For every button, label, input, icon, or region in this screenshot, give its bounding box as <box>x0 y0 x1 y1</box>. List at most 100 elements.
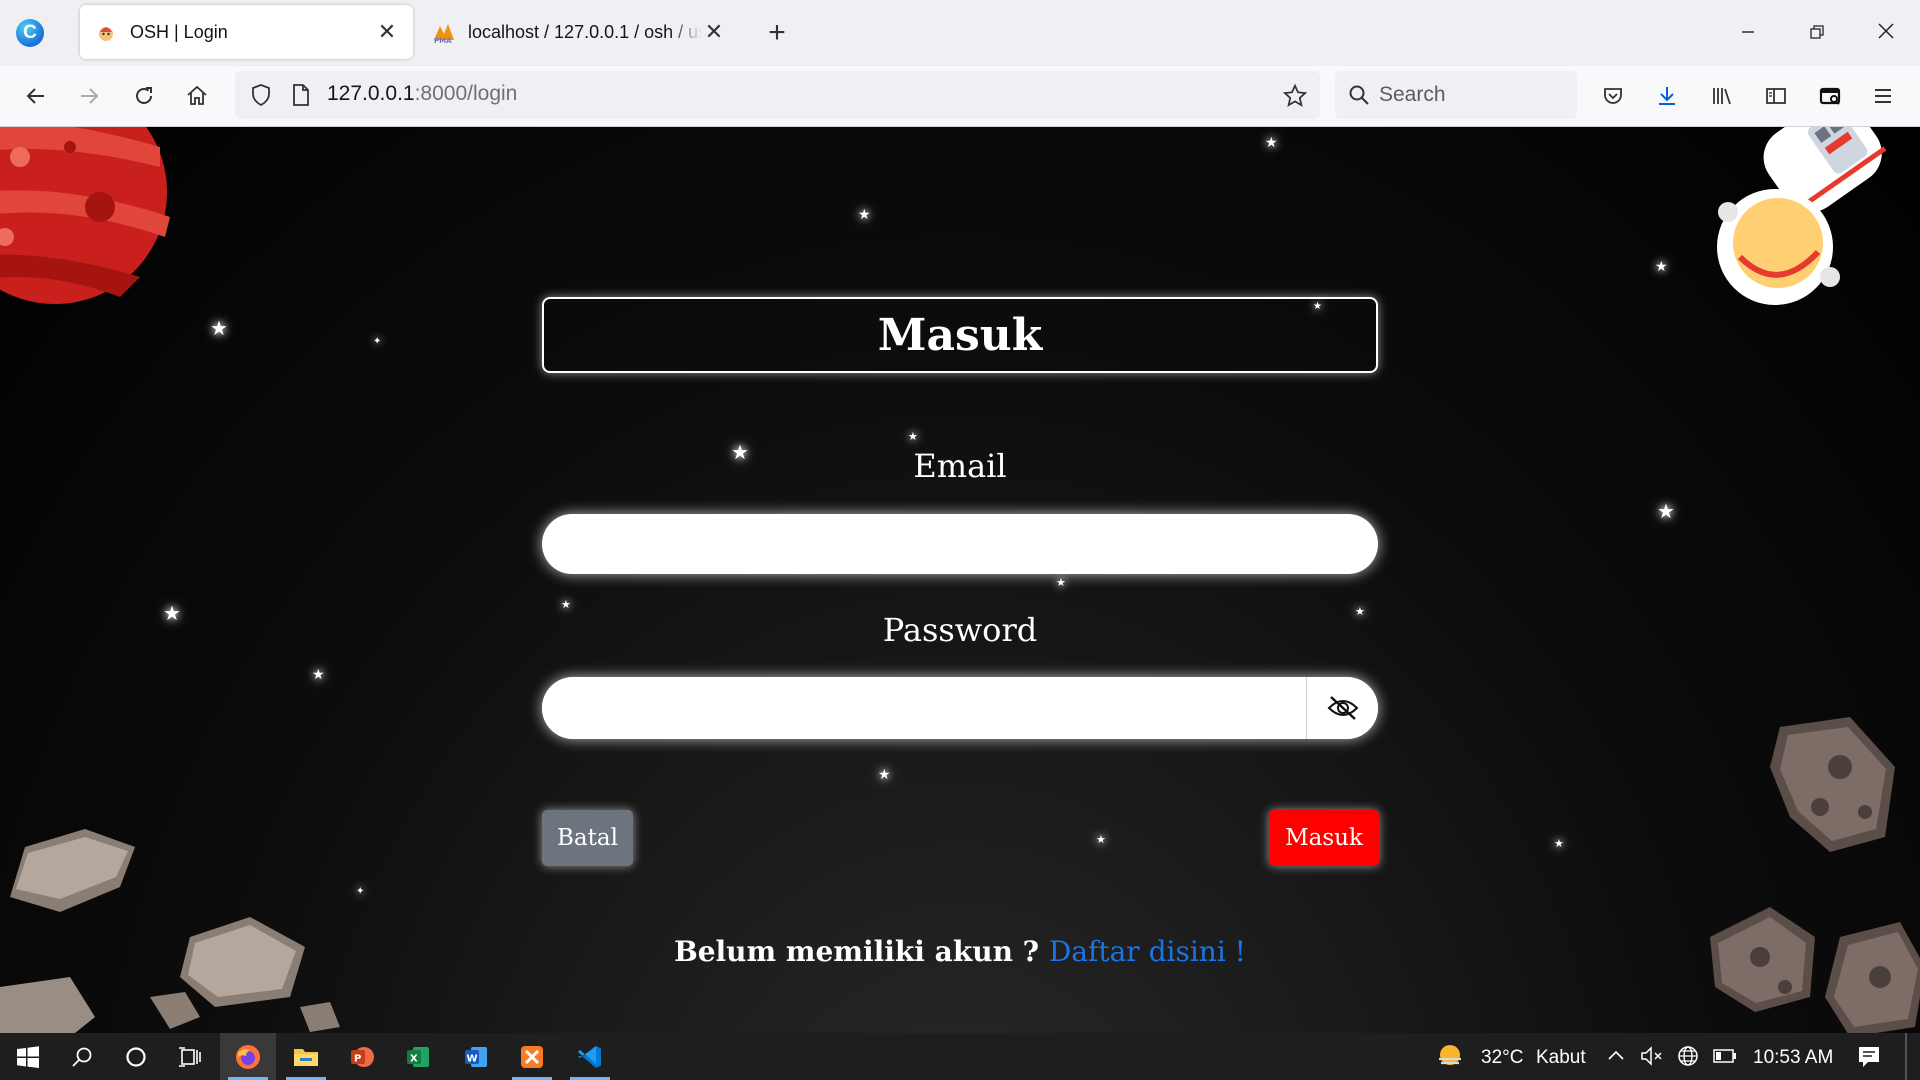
speaker-muted-icon[interactable] <box>1640 1045 1664 1067</box>
battery-icon[interactable] <box>1712 1047 1738 1065</box>
url-host: 127.0.0.1 <box>327 82 415 105</box>
page-title: Masuk <box>542 297 1378 373</box>
toggle-password-visibility-button[interactable] <box>1306 677 1378 739</box>
windows-taskbar: P X W 32°C Kabut 10:53 AM <box>0 1033 1920 1080</box>
eye-slash-icon <box>1327 696 1358 720</box>
pocket-button[interactable] <box>1596 79 1630 113</box>
search-icon <box>1349 85 1369 105</box>
email-field[interactable] <box>542 514 1378 574</box>
notification-center-icon[interactable] <box>1856 1044 1882 1070</box>
taskbar-excel[interactable]: X <box>390 1033 446 1080</box>
arrow-right-icon <box>81 88 99 104</box>
taskbar-word[interactable]: W <box>448 1033 504 1080</box>
library-icon <box>1713 88 1731 105</box>
new-tab-button[interactable]: + <box>762 18 792 48</box>
bookmark-star-icon[interactable] <box>1282 83 1308 109</box>
downloads-button[interactable] <box>1650 79 1684 113</box>
cancel-button[interactable]: Batal <box>542 810 633 866</box>
url-text[interactable]: 127.0.0.1:8000/login <box>327 82 517 106</box>
search-taskbar-button[interactable] <box>54 1033 110 1080</box>
back-button[interactable] <box>19 79 53 113</box>
tab-title: OSH | Login <box>130 21 228 42</box>
tab-phpmyadmin[interactable]: PMA localhost / 127.0.0.1 / osh / users … <box>418 5 740 59</box>
search-icon <box>72 1047 92 1067</box>
password-field[interactable] <box>542 677 1307 739</box>
screenshot-extension-icon <box>1819 87 1841 105</box>
minimize-button[interactable] <box>1728 18 1768 48</box>
task-view-button[interactable] <box>162 1033 218 1080</box>
star-decoration: ★ <box>1554 838 1564 850</box>
page-icon[interactable] <box>290 83 312 107</box>
menu-button[interactable] <box>1866 79 1900 113</box>
browser-logo-icon[interactable]: C <box>16 19 44 47</box>
folder-icon <box>294 1048 318 1066</box>
cortana-button[interactable] <box>108 1033 164 1080</box>
astronaut-illustration <box>1717 127 1887 305</box>
sidebar-icon <box>1766 88 1786 104</box>
address-bar[interactable]: 127.0.0.1:8000/login <box>235 71 1320 119</box>
library-button[interactable] <box>1705 79 1739 113</box>
star-decoration: ✦ <box>373 336 382 347</box>
star-decoration: ★ <box>1096 834 1106 846</box>
extension-button[interactable] <box>1813 79 1847 113</box>
register-link[interactable]: Daftar disini ! <box>1049 935 1246 968</box>
register-prompt: Belum memiliki akun ? Daftar disini ! <box>542 935 1378 968</box>
login-submit-button[interactable]: Masuk <box>1269 810 1379 866</box>
home-icon <box>187 85 207 105</box>
cortana-icon <box>126 1046 146 1067</box>
star-decoration: ★ <box>163 603 181 625</box>
taskbar-vscode[interactable] <box>562 1033 618 1080</box>
word-icon: W <box>465 1046 487 1067</box>
url-path: :8000/login <box>414 82 518 105</box>
taskbar-xampp[interactable] <box>504 1033 560 1080</box>
star-decoration: ★ <box>878 766 891 782</box>
close-tab-icon[interactable]: ✕ <box>702 20 726 44</box>
svg-text:PMA: PMA <box>434 37 452 44</box>
weather-sun-haze-icon[interactable] <box>1435 1041 1465 1071</box>
download-icon <box>1659 87 1675 105</box>
search-box[interactable]: Search <box>1335 71 1577 119</box>
close-window-button[interactable] <box>1866 18 1906 48</box>
excel-icon: X <box>407 1046 429 1067</box>
chevron-up-icon[interactable] <box>1607 1048 1625 1062</box>
globe-network-icon[interactable] <box>1676 1044 1700 1068</box>
sidebar-button[interactable] <box>1759 79 1793 113</box>
restore-button[interactable] <box>1797 18 1837 48</box>
clock-time[interactable]: 10:53 AM <box>1753 1047 1833 1069</box>
hamburger-menu-icon <box>1875 89 1891 103</box>
taskbar-powerpoint[interactable]: P <box>334 1033 390 1080</box>
vscode-icon <box>578 1045 601 1068</box>
firefox-icon <box>236 1044 260 1069</box>
password-field-group <box>542 677 1378 739</box>
start-button[interactable] <box>0 1033 56 1080</box>
osh-favicon-icon <box>99 27 113 41</box>
red-planet-illustration <box>0 127 170 304</box>
weather-temperature[interactable]: 32°C <box>1481 1047 1523 1069</box>
asteroids-left-illustration <box>0 829 340 1033</box>
star-decoration: ★ <box>908 431 918 443</box>
no-account-text: Belum memiliki akun ? <box>674 935 1049 968</box>
tab-strip: C OSH | Login ✕ PMA localhost / 127.0.0.… <box>0 0 1920 66</box>
forward-button[interactable] <box>72 79 106 113</box>
login-page: ★ ★ ★ ✦ ★ ★ ★ ★ ★ ★ ★ ★ ★ ★ ★ ★ ★ ✦ Masu… <box>0 127 1920 1033</box>
taskbar-firefox[interactable] <box>220 1033 276 1080</box>
search-placeholder: Search <box>1379 83 1446 106</box>
show-desktop-divider[interactable] <box>1905 1033 1907 1080</box>
svg-text:P: P <box>354 1053 361 1064</box>
star-decoration: ★ <box>1657 501 1675 523</box>
shield-icon[interactable] <box>249 83 273 107</box>
powerpoint-icon: P <box>351 1046 374 1067</box>
reload-icon <box>136 87 152 104</box>
navigation-toolbar: 127.0.0.1:8000/login Search <box>0 66 1920 127</box>
weather-description[interactable]: Kabut <box>1536 1047 1586 1069</box>
reload-button[interactable] <box>127 79 161 113</box>
close-icon <box>1878 23 1894 39</box>
home-button[interactable] <box>180 79 214 113</box>
phpmyadmin-favicon-icon: PMA <box>434 24 454 44</box>
close-tab-icon[interactable]: ✕ <box>375 20 399 44</box>
asteroids-right-illustration <box>1710 717 1920 1033</box>
email-label: Email <box>913 447 1007 485</box>
tab-title: localhost / 127.0.0.1 / osh / users | ph… <box>468 21 702 42</box>
tab-osh-login[interactable]: OSH | Login ✕ <box>80 5 413 59</box>
taskbar-file-explorer[interactable] <box>278 1033 334 1080</box>
